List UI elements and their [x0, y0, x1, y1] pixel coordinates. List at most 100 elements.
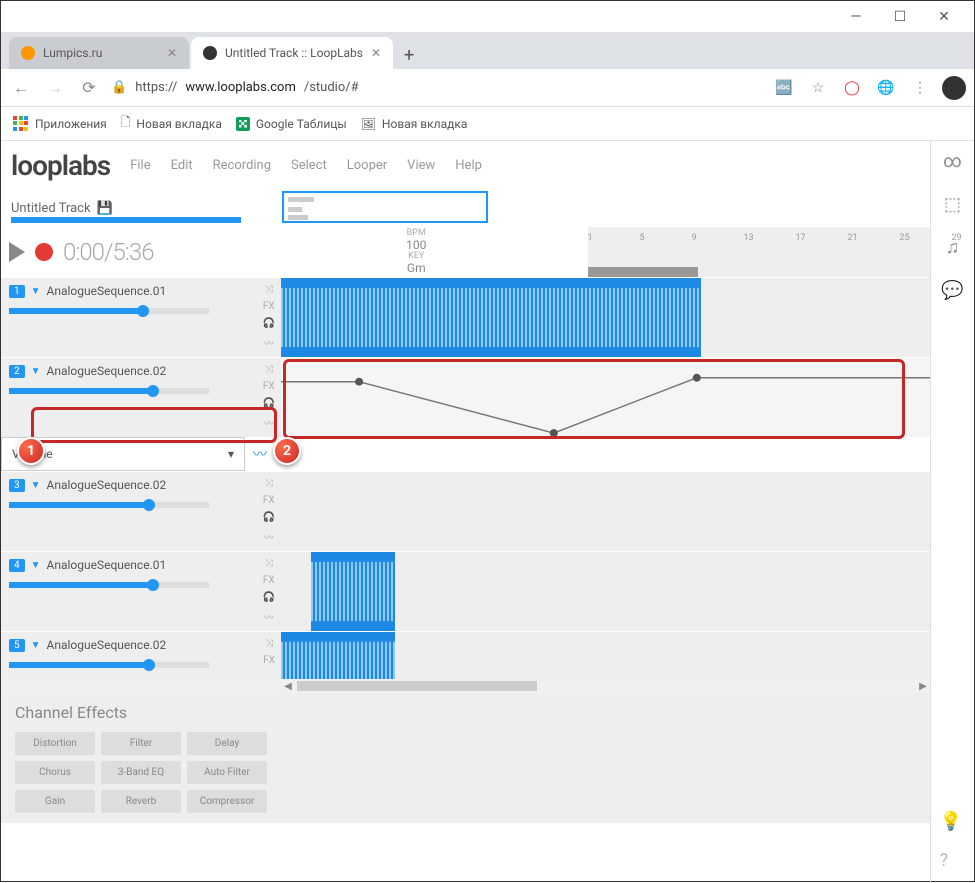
fx-icon[interactable]: FX	[263, 655, 275, 666]
timeline-ruler[interactable]: 159131721252933374145	[588, 227, 931, 277]
menu-select[interactable]: Select	[291, 158, 327, 173]
menu-icon[interactable]: ⋮	[908, 76, 932, 100]
fx-auto-filter[interactable]: Auto Filter	[187, 761, 267, 784]
track-lane[interactable]	[281, 551, 930, 631]
volume-slider[interactable]	[9, 502, 209, 508]
automation-icon[interactable]: 〰	[264, 335, 274, 350]
project-title[interactable]: Untitled Track	[11, 201, 91, 216]
translate-icon[interactable]: 🔤	[772, 76, 796, 100]
shuffle-icon[interactable]: ⤨	[265, 478, 273, 489]
track-lane[interactable]	[281, 471, 930, 551]
volume-slider[interactable]	[9, 388, 209, 394]
record-button[interactable]	[35, 243, 53, 261]
menu-file[interactable]: File	[130, 158, 150, 173]
profile-avatar[interactable]	[942, 76, 966, 100]
chevron-down-icon[interactable]: ▼	[31, 560, 41, 571]
bpm-key-display[interactable]: BPM100 KEYGm	[245, 227, 588, 277]
bookmark-item[interactable]: 🖼 Новая вкладка	[361, 117, 468, 131]
chevron-down-icon[interactable]: ▼	[31, 480, 41, 491]
fx-delay[interactable]: Delay	[187, 732, 267, 755]
volume-slider[interactable]	[9, 662, 209, 668]
close-icon[interactable]: ✕	[167, 46, 177, 60]
headphone-icon[interactable]: 🎧	[263, 398, 275, 409]
fx-filter[interactable]: Filter	[101, 732, 181, 755]
shuffle-icon[interactable]: ⤨	[265, 284, 273, 295]
automation-icon[interactable]: 〰	[264, 529, 274, 544]
chevron-down-icon[interactable]: ▼	[31, 640, 41, 651]
automation-icon[interactable]: 〰	[264, 415, 274, 430]
ruler-tick: 25	[900, 233, 910, 243]
track-header[interactable]: 3▼AnalogueSequence.02 ⤨FX🎧〰	[1, 471, 281, 551]
headphone-icon[interactable]: 🎧	[263, 512, 275, 523]
apps-button[interactable]: Приложения	[13, 116, 107, 132]
track-name[interactable]: AnalogueSequence.01	[47, 558, 167, 572]
track-lane[interactable]	[281, 631, 930, 679]
shuffle-icon[interactable]: ⤨	[265, 638, 273, 649]
star-icon[interactable]: ☆	[806, 76, 830, 100]
menu-recording[interactable]: Recording	[213, 158, 271, 173]
menu-view[interactable]: View	[407, 158, 435, 173]
track-header[interactable]: 4▼AnalogueSequence.01 ⤨FX🎧〰	[1, 551, 281, 631]
track-name[interactable]: AnalogueSequence.02	[47, 638, 167, 652]
browser-tab[interactable]: Lumpics.ru ✕	[9, 37, 189, 69]
url-field[interactable]: 🔒 https://www.looplabs.com/studio/#	[111, 80, 762, 95]
track-name[interactable]: AnalogueSequence.02	[47, 364, 167, 378]
volume-slider[interactable]	[9, 582, 209, 588]
maximize-button[interactable]: ☐	[878, 3, 922, 31]
play-button[interactable]	[9, 242, 25, 262]
close-button[interactable]: ✕	[922, 3, 966, 31]
fx-reverb[interactable]: Reverb	[101, 790, 181, 813]
menu-looper[interactable]: Looper	[347, 158, 387, 173]
fx-icon[interactable]: FX	[263, 575, 275, 586]
bookmark-item[interactable]: 🗋 Новая вкладка	[121, 113, 222, 134]
fx-compressor[interactable]: Compressor	[187, 790, 267, 813]
fx-3band-eq[interactable]: 3-Band EQ	[101, 761, 181, 784]
help-icon[interactable]: ?	[940, 850, 962, 871]
fx-gain[interactable]: Gain	[15, 790, 95, 813]
audio-clip[interactable]	[281, 632, 395, 679]
fx-icon[interactable]: FX	[263, 495, 275, 506]
shuffle-icon[interactable]: ⤨	[265, 558, 273, 569]
track-header[interactable]: 1▼AnalogueSequence.01 ⤨FX🎧〰	[1, 277, 281, 357]
menu-help[interactable]: Help	[455, 158, 482, 173]
new-tab-button[interactable]: +	[395, 41, 423, 69]
track-lane-automation[interactable]	[281, 357, 930, 437]
fx-distortion[interactable]: Distortion	[15, 732, 95, 755]
chevron-down-icon[interactable]: ▼	[31, 286, 41, 297]
forward-button[interactable]: →	[43, 76, 67, 100]
menu-edit[interactable]: Edit	[171, 158, 193, 173]
chevron-down-icon[interactable]: ▼	[31, 366, 41, 377]
automation-toggle-icon[interactable]: 〰	[245, 437, 275, 471]
minimize-button[interactable]: —	[834, 3, 878, 31]
back-button[interactable]: ←	[9, 76, 33, 100]
track-header[interactable]: 5▼AnalogueSequence.02 ⤨FX	[1, 631, 281, 679]
track-name[interactable]: AnalogueSequence.01	[47, 284, 167, 298]
chat-icon[interactable]: 💬	[941, 280, 963, 301]
lock-icon: 🔒	[111, 80, 127, 95]
drive-icon[interactable]: ⬚	[944, 194, 961, 215]
opera-icon[interactable]: ◯	[840, 76, 864, 100]
timeline-overview[interactable]	[282, 191, 488, 223]
headphone-icon[interactable]: 🎧	[263, 592, 275, 603]
loop-icon[interactable]: ∞	[943, 151, 962, 172]
audio-clip[interactable]	[281, 278, 701, 357]
hint-icon[interactable]: 💡	[940, 811, 962, 832]
shuffle-icon[interactable]: ⤨	[265, 364, 273, 375]
fx-icon[interactable]: FX	[263, 381, 275, 392]
track-header[interactable]: 2▼AnalogueSequence.02 ⤨FX🎧〰	[1, 357, 281, 437]
fx-icon[interactable]: FX	[263, 301, 275, 312]
reload-button[interactable]: ⟳	[77, 76, 101, 100]
track-name[interactable]: AnalogueSequence.02	[47, 478, 167, 492]
headphone-icon[interactable]: 🎧	[263, 318, 275, 329]
save-icon[interactable]: 💾	[97, 201, 113, 216]
horizontal-scrollbar[interactable]: ◀ ▶	[1, 679, 930, 693]
bookmark-item[interactable]: Google Таблицы	[236, 117, 347, 131]
globe-icon[interactable]: 🌐	[874, 76, 898, 100]
browser-tab-active[interactable]: Untitled Track :: LoopLabs ✕	[191, 37, 393, 69]
automation-icon[interactable]: 〰	[264, 609, 274, 624]
close-icon[interactable]: ✕	[371, 46, 381, 60]
audio-clip[interactable]	[311, 552, 395, 631]
volume-slider[interactable]	[9, 308, 209, 314]
fx-chorus[interactable]: Chorus	[15, 761, 95, 784]
track-lane[interactable]	[281, 277, 930, 357]
